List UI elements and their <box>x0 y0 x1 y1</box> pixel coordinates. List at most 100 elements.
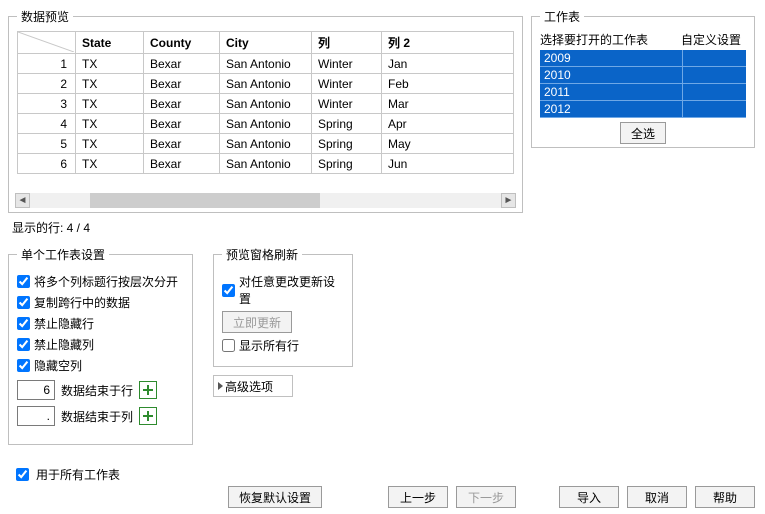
worksheet-item-custom <box>682 84 742 100</box>
import-button[interactable]: 导入 <box>559 486 619 508</box>
data-cell[interactable]: TX <box>76 134 144 154</box>
opt-hide-empty-col[interactable]: 隐藏空列 <box>17 357 184 374</box>
worksheets-list[interactable]: 2009201020112012 <box>540 50 746 118</box>
apply-all-sheets[interactable]: 用于所有工作表 <box>12 465 120 484</box>
data-cell[interactable]: Winter <box>312 74 382 94</box>
data-cell[interactable]: San Antonio <box>220 94 312 114</box>
data-cell[interactable]: San Antonio <box>220 54 312 74</box>
row-number-cell: 2 <box>18 74 76 94</box>
data-cell[interactable]: Jun <box>382 154 514 174</box>
col-header[interactable]: State <box>76 32 144 54</box>
help-button[interactable]: 帮助 <box>695 486 755 508</box>
bottom-button-bar: 恢复默认设置 上一步 下一步 导入 取消 帮助 <box>0 486 765 508</box>
data-cell[interactable]: TX <box>76 74 144 94</box>
data-cell[interactable]: TX <box>76 94 144 114</box>
data-cell[interactable]: Bexar <box>144 54 220 74</box>
worksheet-item[interactable]: 2012 <box>540 101 746 118</box>
scroll-track[interactable] <box>30 193 501 208</box>
data-cell[interactable]: Bexar <box>144 154 220 174</box>
data-cell[interactable]: Mar <box>382 94 514 114</box>
opt-forbid-hide-row[interactable]: 禁止隐藏行 <box>17 315 184 332</box>
refresh-group: 预览窗格刷新 对任意更改更新设置 立即更新 显示所有行 <box>213 246 353 367</box>
col-header[interactable]: County <box>144 32 220 54</box>
col-header[interactable]: City <box>220 32 312 54</box>
data-cell[interactable]: Spring <box>312 114 382 134</box>
data-cell[interactable]: San Antonio <box>220 74 312 94</box>
data-cell[interactable]: TX <box>76 154 144 174</box>
col-header[interactable]: 列 2 <box>382 32 514 54</box>
add-end-row-button[interactable] <box>139 381 157 399</box>
data-cell[interactable]: San Antonio <box>220 154 312 174</box>
worksheet-item[interactable]: 2010 <box>540 67 746 84</box>
diagonal-icon <box>18 32 74 52</box>
worksheet-item[interactable]: 2009 <box>540 50 746 67</box>
scroll-thumb[interactable] <box>90 193 320 208</box>
select-all-button[interactable]: 全选 <box>620 122 666 144</box>
cancel-button[interactable]: 取消 <box>627 486 687 508</box>
data-cell[interactable]: Winter <box>312 54 382 74</box>
data-cell[interactable]: Feb <box>382 74 514 94</box>
chevron-right-icon <box>218 382 223 390</box>
worksheets-header: 选择要打开的工作表 自定义设置 <box>540 31 746 48</box>
data-cell[interactable]: Bexar <box>144 134 220 154</box>
data-cell[interactable]: Spring <box>312 154 382 174</box>
advanced-options-label: 高级选项 <box>225 378 273 395</box>
col-header[interactable]: 列 <box>312 32 382 54</box>
end-col-input[interactable] <box>17 406 55 426</box>
worksheet-item-custom <box>682 50 742 66</box>
table-row[interactable]: 3TXBexarSan AntonioWinterMar <box>18 94 514 114</box>
data-cell[interactable]: Bexar <box>144 114 220 134</box>
apply-all-checkbox[interactable] <box>16 468 29 481</box>
horizontal-scrollbar[interactable]: ◄ ► <box>15 193 516 208</box>
data-cell[interactable]: Spring <box>312 134 382 154</box>
data-cell[interactable]: TX <box>76 114 144 134</box>
row-number-cell: 5 <box>18 134 76 154</box>
data-cell[interactable]: Winter <box>312 94 382 114</box>
table-row[interactable]: 5TXBexarSan AntonioSpringMay <box>18 134 514 154</box>
data-cell[interactable]: TX <box>76 54 144 74</box>
opt-forbid-hide-row-checkbox[interactable] <box>17 317 30 330</box>
worksheet-item-label: 2012 <box>544 101 682 117</box>
row-number-cell: 3 <box>18 94 76 114</box>
table-row[interactable]: 4TXBexarSan AntonioSpringApr <box>18 114 514 134</box>
scroll-left-icon[interactable]: ◄ <box>15 193 30 208</box>
opt-hide-empty-col-label: 隐藏空列 <box>34 357 82 374</box>
data-cell[interactable]: Jan <box>382 54 514 74</box>
data-cell[interactable]: May <box>382 134 514 154</box>
table-row[interactable]: 6TXBexarSan AntonioSpringJun <box>18 154 514 174</box>
apply-all-label: 用于所有工作表 <box>36 466 120 483</box>
data-cell[interactable]: San Antonio <box>220 114 312 134</box>
data-cell[interactable]: Apr <box>382 114 514 134</box>
data-cell[interactable]: San Antonio <box>220 134 312 154</box>
data-cell[interactable]: Bexar <box>144 74 220 94</box>
opt-forbid-hide-row-label: 禁止隐藏行 <box>34 315 94 332</box>
opt-any-change-checkbox[interactable] <box>222 284 235 297</box>
table-row[interactable]: 1TXBexarSan AntonioWinterJan <box>18 54 514 74</box>
opt-copy-span[interactable]: 复制跨行中的数据 <box>17 294 184 311</box>
table-corner-cell <box>18 32 76 54</box>
table-row[interactable]: 2TXBexarSan AntonioWinterFeb <box>18 74 514 94</box>
worksheets-header-col1: 选择要打开的工作表 <box>540 31 681 48</box>
opt-forbid-hide-col-checkbox[interactable] <box>17 338 30 351</box>
prev-button[interactable]: 上一步 <box>388 486 448 508</box>
opt-copy-span-checkbox[interactable] <box>17 296 30 309</box>
end-row-label: 数据结束于行 <box>61 382 133 399</box>
advanced-options-toggle[interactable]: 高级选项 <box>213 375 293 397</box>
data-preview-table[interactable]: State County City 列 列 2 1TXBexarSan Anto… <box>17 31 514 174</box>
worksheet-item-label: 2011 <box>544 84 682 100</box>
data-cell[interactable]: Bexar <box>144 94 220 114</box>
opt-show-all-rows-checkbox[interactable] <box>222 339 235 352</box>
opt-show-all-rows[interactable]: 显示所有行 <box>222 337 344 354</box>
end-row-input[interactable] <box>17 380 55 400</box>
opt-multilabel-checkbox[interactable] <box>17 275 30 288</box>
add-end-col-button[interactable] <box>139 407 157 425</box>
opt-forbid-hide-col[interactable]: 禁止隐藏列 <box>17 336 184 353</box>
update-now-button[interactable]: 立即更新 <box>222 311 292 333</box>
opt-any-change[interactable]: 对任意更改更新设置 <box>222 273 344 307</box>
opt-multilabel[interactable]: 将多个列标题行按层次分开 <box>17 273 184 290</box>
worksheet-item[interactable]: 2011 <box>540 84 746 101</box>
next-button[interactable]: 下一步 <box>456 486 516 508</box>
scroll-right-icon[interactable]: ► <box>501 193 516 208</box>
restore-defaults-button[interactable]: 恢复默认设置 <box>228 486 322 508</box>
opt-hide-empty-col-checkbox[interactable] <box>17 359 30 372</box>
